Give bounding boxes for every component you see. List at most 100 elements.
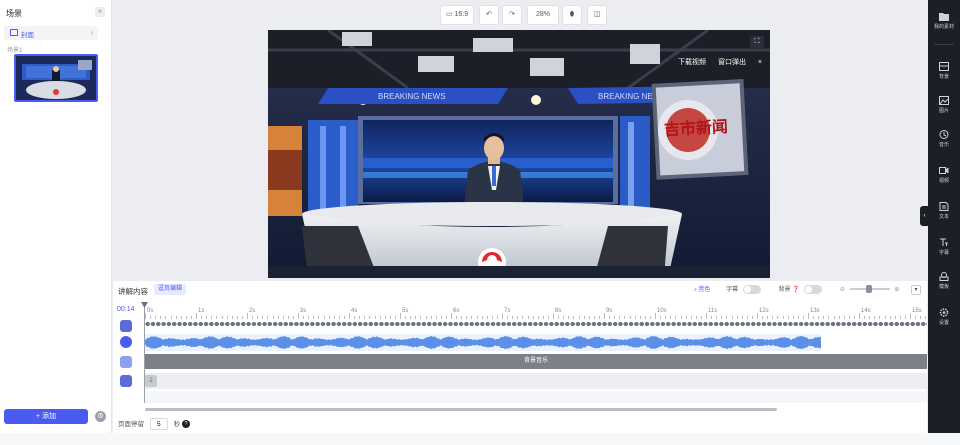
zoom-level[interactable]: 28% bbox=[527, 5, 559, 25]
ruler-tick bbox=[833, 316, 835, 319]
ruler-tick bbox=[874, 316, 876, 319]
ruler-tick bbox=[614, 316, 616, 319]
sidebar-item-settings[interactable]: 设置 bbox=[928, 308, 960, 330]
horizontal-scrollbar[interactable] bbox=[145, 408, 777, 411]
ruler-tick bbox=[247, 313, 248, 319]
ruler-tick bbox=[333, 316, 335, 319]
zoom-out-icon[interactable]: ⊖ bbox=[840, 287, 845, 293]
ruler-tick bbox=[665, 316, 667, 319]
sidebar-item-image[interactable]: 图片 bbox=[928, 96, 960, 118]
ruler-tick bbox=[318, 316, 320, 319]
ruler-tick bbox=[180, 316, 182, 319]
sidebar-item-music[interactable]: 音乐 bbox=[928, 130, 960, 152]
popout-window-button[interactable]: 窗口弹出 bbox=[718, 59, 746, 66]
sidebar-item-background[interactable]: 背景 bbox=[928, 62, 960, 84]
ruler-tick bbox=[568, 316, 570, 319]
timeline-menu-button[interactable]: ▾ bbox=[911, 285, 921, 295]
voice-audio-track[interactable] bbox=[145, 334, 927, 351]
ruler-tick bbox=[558, 316, 560, 319]
split-view-button[interactable]: ◫ bbox=[587, 5, 607, 25]
cover-item[interactable]: 封面 › bbox=[4, 26, 98, 40]
right-sidebar: 我的素材 背景 图片 音乐 视频 文本 字幕 模板 设置 bbox=[928, 0, 960, 433]
current-time: 00:14 bbox=[117, 306, 135, 313]
video-preview[interactable]: BREAKING NEWS BREAKING NEWS 吉市新闻 下载视频 窗口… bbox=[268, 30, 770, 278]
add-scene-button[interactable]: + 添加 bbox=[4, 409, 88, 424]
ruler-tick bbox=[236, 316, 238, 319]
avatar-track-icon[interactable] bbox=[120, 320, 132, 332]
sidebar-item-video[interactable]: 视频 bbox=[928, 166, 960, 188]
ruler-tick bbox=[206, 316, 208, 319]
ruler-tick bbox=[221, 316, 223, 319]
ruler-tick bbox=[343, 316, 345, 319]
sidebar-item-label: 我的素材 bbox=[933, 24, 954, 30]
sidebar-item-text[interactable]: 文本 bbox=[928, 202, 960, 224]
ruler-tick bbox=[425, 316, 427, 319]
ruler-tick bbox=[700, 316, 702, 319]
ruler-label: 13s bbox=[810, 308, 820, 314]
stamp-button[interactable]: ⬮ bbox=[562, 5, 582, 25]
ruler-tick bbox=[583, 316, 585, 319]
ruler-tick bbox=[716, 316, 718, 319]
close-icon[interactable]: × bbox=[758, 59, 762, 66]
download-video-button[interactable]: 下载视频 bbox=[678, 59, 706, 66]
ruler-tick bbox=[420, 316, 422, 319]
sidebar-item-my-assets[interactable]: 我的素材 bbox=[928, 12, 960, 34]
help-icon[interactable]: ? bbox=[181, 420, 190, 429]
ruler-tick bbox=[864, 316, 866, 319]
avatar-track[interactable] bbox=[145, 320, 927, 328]
ruler-tick bbox=[527, 316, 529, 319]
ruler-tick bbox=[757, 313, 758, 319]
ruler-tick bbox=[777, 316, 779, 319]
play-icon[interactable] bbox=[120, 336, 132, 348]
layer-chip[interactable]: 2 bbox=[145, 375, 157, 387]
ruler-label: 10s bbox=[657, 308, 667, 314]
zoom-in-icon[interactable]: ⊕ bbox=[894, 287, 899, 293]
ruler-label: 8s bbox=[555, 308, 562, 314]
ruler-tick bbox=[517, 316, 519, 319]
layers-track-icon[interactable] bbox=[120, 375, 132, 387]
ruler-tick bbox=[287, 316, 289, 319]
edit-mode-tag[interactable]: 逗页编辑 bbox=[154, 284, 187, 295]
collapse-panel-button[interactable]: « bbox=[95, 7, 105, 17]
ruler-tick bbox=[496, 316, 498, 319]
aspect-ratio-button[interactable]: ▭ 16:9 bbox=[440, 5, 474, 25]
ruler-tick bbox=[491, 316, 493, 319]
layer-track[interactable]: 2 bbox=[145, 373, 927, 389]
undo-button[interactable]: ↶ bbox=[479, 5, 499, 25]
voice-button[interactable]: ♪ 音色 bbox=[694, 287, 711, 293]
ruler-tick bbox=[384, 316, 386, 319]
ruler-tick bbox=[915, 316, 917, 319]
bgm-toggle[interactable] bbox=[804, 284, 823, 294]
redo-button[interactable]: ↷ bbox=[502, 5, 522, 25]
settings-icon bbox=[939, 308, 949, 317]
ruler-tick bbox=[685, 316, 687, 319]
subtitle-toggle[interactable] bbox=[742, 284, 761, 294]
ruler-tick bbox=[593, 316, 595, 319]
sidebar-item-subtitle[interactable]: 字幕 bbox=[928, 238, 960, 260]
ruler-tick bbox=[211, 316, 213, 319]
ruler-tick bbox=[512, 316, 514, 319]
ruler-tick bbox=[904, 316, 906, 319]
ruler-tick bbox=[226, 316, 228, 319]
timeline-ruler[interactable]: 0s 1s 2s 3s 4s 5s 6s 7s 8s 9s 10s 11s 12s 13s 14s 15s bbox=[145, 305, 927, 319]
scene-thumbnail[interactable] bbox=[14, 54, 98, 102]
sidebar-item-template[interactable]: 模板 bbox=[928, 272, 960, 294]
ruler-tick bbox=[690, 316, 692, 319]
expand-icon[interactable]: ⛶ bbox=[750, 36, 764, 48]
bgm-track[interactable]: 背景音乐 bbox=[145, 354, 927, 369]
zoom-slider[interactable] bbox=[849, 285, 890, 294]
ruler-tick bbox=[400, 313, 401, 319]
duration-input[interactable] bbox=[149, 418, 168, 431]
ruler-tick bbox=[920, 316, 922, 319]
ruler-tick bbox=[660, 316, 662, 319]
ruler-label: 1s bbox=[198, 308, 205, 314]
ruler-tick bbox=[792, 316, 794, 319]
ruler-tick bbox=[190, 316, 192, 319]
ruler-label: 11s bbox=[708, 308, 718, 314]
ruler-tick bbox=[451, 313, 452, 319]
extra-track[interactable] bbox=[145, 391, 927, 403]
ruler-tick bbox=[292, 316, 294, 319]
zoom-slider-handle[interactable] bbox=[865, 285, 872, 294]
scene-settings-button[interactable]: ⚙ bbox=[95, 411, 106, 422]
music-track-icon[interactable] bbox=[120, 356, 132, 368]
